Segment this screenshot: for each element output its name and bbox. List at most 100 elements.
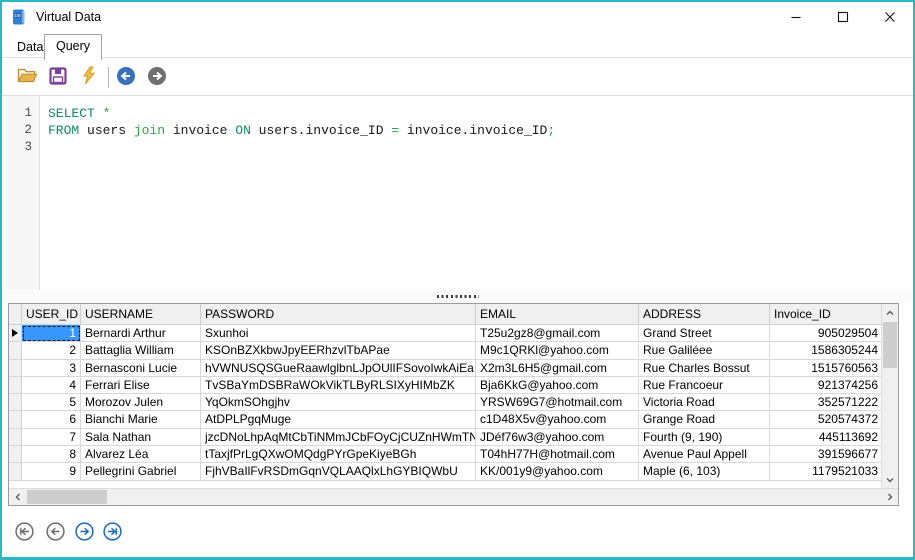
grid-cell[interactable]: TvSBaYmDSBRaWOkVikTLByRLSIXyHIMbZK — [201, 377, 476, 394]
back-button[interactable] — [115, 67, 137, 89]
maximize-button[interactable] — [828, 2, 858, 32]
column-header-address[interactable]: ADDRESS — [639, 304, 770, 325]
grid-cell[interactable]: 8 — [22, 446, 81, 463]
scroll-down-icon[interactable] — [882, 471, 898, 488]
grid-cell[interactable]: T25u2gz8@gmail.com — [476, 325, 639, 342]
grid-cell[interactable]: JDéf76w3@yahoo.com — [476, 429, 639, 446]
grid-cell[interactable]: 5 — [22, 394, 81, 411]
grid-cell[interactable]: Sxunhoi — [201, 325, 476, 342]
grid-cell[interactable]: 445113692 — [770, 429, 881, 446]
close-button[interactable] — [875, 2, 905, 32]
grid-cell[interactable]: 905029504 — [770, 325, 881, 342]
scroll-up-icon[interactable] — [882, 304, 898, 321]
grid-cell[interactable]: 352571222 — [770, 394, 881, 411]
grid-cell[interactable]: Maple (6, 103) — [639, 463, 770, 480]
previous-record-button[interactable] — [46, 522, 65, 541]
save-button[interactable] — [47, 67, 69, 89]
grid-cell[interactable]: Avenue Paul Appell — [639, 446, 770, 463]
column-header-email[interactable]: EMAIL — [476, 304, 639, 325]
grid-cell[interactable]: 1 — [22, 325, 81, 342]
first-record-button[interactable] — [15, 522, 34, 541]
horizontal-scrollbar[interactable] — [9, 488, 898, 505]
grid-cell[interactable]: Battaglia William — [81, 342, 201, 359]
grid-cell[interactable]: YqOkmSOhgjhv — [201, 394, 476, 411]
row-header[interactable] — [9, 411, 22, 428]
row-header[interactable] — [9, 446, 22, 463]
grid-cell[interactable]: 4 — [22, 377, 81, 394]
sql-editor[interactable]: 123 SELECT *FROM users join invoice ON u… — [2, 95, 913, 291]
column-header-password[interactable]: PASSWORD — [201, 304, 476, 325]
grid-cell[interactable]: Grand Street — [639, 325, 770, 342]
grid-cell[interactable]: KK/001y9@yahoo.com — [476, 463, 639, 480]
grid-cell[interactable]: 921374256 — [770, 377, 881, 394]
last-record-button[interactable] — [103, 522, 122, 541]
splitter-bar[interactable] — [2, 290, 913, 303]
grid-cell[interactable]: 1586305244 — [770, 342, 881, 359]
grid-cell[interactable]: Ferrari Elise — [81, 377, 201, 394]
grid-cell[interactable]: 1515760563 — [770, 360, 881, 377]
grid-cell[interactable]: Victoria Road — [639, 394, 770, 411]
grid-cell[interactable]: 3 — [22, 360, 81, 377]
scroll-left-icon[interactable] — [9, 489, 26, 505]
row-header[interactable] — [9, 394, 22, 411]
toolbar — [2, 58, 913, 95]
grid-cell[interactable]: Bernardi Arthur — [81, 325, 201, 342]
grid-cell[interactable]: 7 — [22, 429, 81, 446]
grid-cell[interactable]: jzcDNoLhpAqMtCbTiNMmJCbFOyCjCUZnHWmTNsW — [201, 429, 476, 446]
column-header-invoice_id[interactable]: Invoice_ID — [770, 304, 883, 325]
window-title: Virtual Data — [36, 10, 101, 24]
grid-cell[interactable]: 6 — [22, 411, 81, 428]
next-record-button[interactable] — [75, 522, 94, 541]
grid-cell[interactable]: c1D48X5v@yahoo.com — [476, 411, 639, 428]
scroll-right-icon[interactable] — [881, 489, 898, 505]
sql-token: FROM — [48, 123, 79, 138]
grid-cell[interactable]: Alvarez Léa — [81, 446, 201, 463]
grid-cell[interactable]: 1179521033 — [770, 463, 881, 480]
grid-cell[interactable]: Rue Galiléee — [639, 342, 770, 359]
grid-cell[interactable]: AtDPLPgqMuge — [201, 411, 476, 428]
grid-cell[interactable]: M9c1QRKl@yahoo.com — [476, 342, 639, 359]
grid-cell[interactable]: Bernasconi Lucie — [81, 360, 201, 377]
grid-cell[interactable]: hVWNUSQSGueRaawlglbnLJpOUlIFSovoIwkAiEa — [201, 360, 476, 377]
column-header-user_id[interactable]: USER_ID — [22, 304, 81, 325]
tab-query[interactable]: Query — [44, 34, 102, 60]
grid-cell[interactable]: Morozov Julen — [81, 394, 201, 411]
row-header[interactable] — [9, 325, 22, 342]
grid-cell[interactable]: Sala Nathan — [81, 429, 201, 446]
grid-cell[interactable]: Bja6KkG@yahoo.com — [476, 377, 639, 394]
minimize-button[interactable] — [781, 2, 811, 32]
grid-cell[interactable]: Rue Francoeur — [639, 377, 770, 394]
grid-cell[interactable]: tTaxjfPrLgQXwOMQdgPYrGpeKiyeBGh — [201, 446, 476, 463]
grid-cell[interactable]: YRSW69G7@hotmail.com — [476, 394, 639, 411]
row-header[interactable] — [9, 377, 22, 394]
sql-code-area[interactable]: SELECT *FROM users join invoice ON users… — [48, 96, 913, 291]
grid-cell[interactable]: FjhVBaIlFvRSDmGqnVQLAAQlxLhGYBIQWbU — [201, 463, 476, 480]
row-header[interactable] — [9, 360, 22, 377]
grid-cell[interactable]: Grange Road — [639, 411, 770, 428]
grid-cell[interactable]: 520574372 — [770, 411, 881, 428]
vertical-scrollbar[interactable] — [881, 304, 898, 488]
grid-cell[interactable]: 2 — [22, 342, 81, 359]
sql-token: * — [103, 106, 111, 121]
grid-cell[interactable]: Pellegrini Gabriel — [81, 463, 201, 480]
line-number: 1 — [6, 105, 39, 122]
row-header[interactable] — [9, 429, 22, 446]
grid-cell[interactable]: T04hH77H@hotmail.com — [476, 446, 639, 463]
row-header[interactable] — [9, 342, 22, 359]
grid-cell[interactable]: 391596677 — [770, 446, 881, 463]
open-file-button[interactable] — [16, 67, 38, 89]
grid-cell[interactable]: Bianchi Marie — [81, 411, 201, 428]
grid-cell[interactable]: Rue Charles Bossut — [639, 360, 770, 377]
column-header-username[interactable]: USERNAME — [81, 304, 201, 325]
horizontal-scroll-thumb[interactable] — [27, 490, 107, 504]
grid-cell[interactable]: 9 — [22, 463, 81, 480]
grid-cell[interactable]: Fourth (9, 190) — [639, 429, 770, 446]
title-bar: DB Virtual Data — [2, 2, 913, 32]
forward-button[interactable] — [146, 67, 168, 89]
run-query-button[interactable] — [77, 67, 99, 89]
grid-cell[interactable]: KSOnBZXkbwJpyEERhzvlTbAPae — [201, 342, 476, 359]
vertical-scroll-thumb[interactable] — [883, 322, 897, 368]
table-row: 6Bianchi MarieAtDPLPgqMugec1D48X5v@yahoo… — [9, 411, 881, 428]
row-header[interactable] — [9, 463, 22, 480]
grid-cell[interactable]: X2m3L6H5@gmail.com — [476, 360, 639, 377]
